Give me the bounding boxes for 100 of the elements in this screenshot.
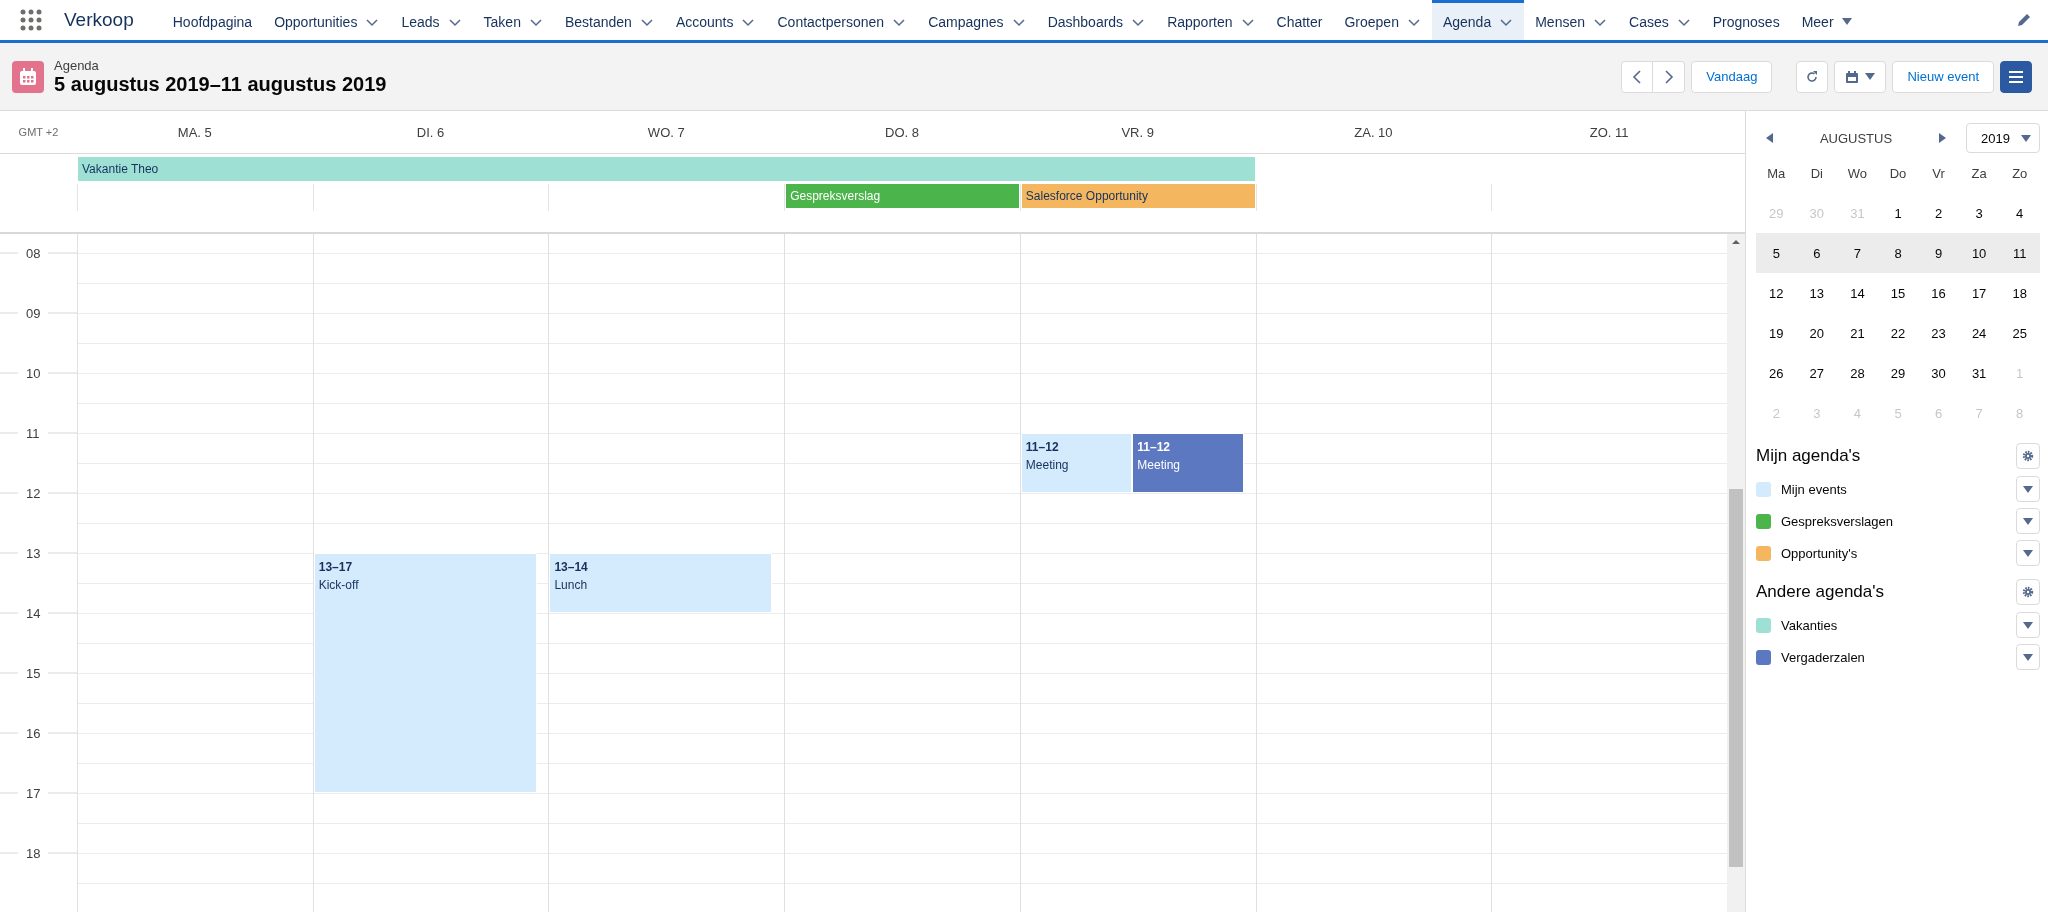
date-cell[interactable]: 27	[1796, 365, 1838, 381]
day-header: DO. 8	[884, 124, 920, 140]
nav-tab[interactable]: Campagnes	[917, 0, 1037, 40]
date-cell[interactable]: 25	[1999, 325, 2040, 341]
date-cell[interactable]: 18	[1999, 285, 2040, 301]
day-header: DI. 6	[415, 124, 446, 140]
timezone-label: GMT +2	[17, 126, 60, 138]
event-time: 13–14	[554, 560, 589, 574]
nav-tab[interactable]: Rapporten	[1156, 0, 1266, 40]
calendar-view-button[interactable]	[1834, 60, 1887, 93]
calendar-group-title: Mijn agenda's	[1756, 446, 1861, 466]
settings-button[interactable]	[2016, 443, 2040, 469]
dropdown-button[interactable]	[2016, 644, 2040, 670]
caret-down-icon	[2023, 653, 2033, 661]
date-cell[interactable]: 17	[1958, 285, 2000, 301]
date-cell[interactable]: 15	[1877, 285, 1919, 301]
date-range-title: 5 augustus 2019–11 augustus 2019	[54, 72, 387, 96]
date-cell[interactable]: 11	[1999, 245, 2040, 261]
calendar-name: Mijn events	[1781, 481, 1848, 497]
calendar-group-title: Andere agenda's	[1756, 582, 1884, 602]
date-cell[interactable]: 5	[1756, 245, 1797, 261]
date-cell[interactable]: 24	[1958, 325, 2000, 341]
nav-tab[interactable]: Taken	[472, 0, 554, 40]
date-cell[interactable]: 4	[1999, 205, 2040, 221]
hour-label: 11	[26, 425, 40, 441]
app-name: Verkoop	[64, 9, 134, 31]
date-cell[interactable]: 21	[1837, 325, 1878, 341]
nav-tab[interactable]: Bestanden	[553, 0, 665, 40]
year-select[interactable]: 2019	[1966, 123, 2040, 153]
gear-icon	[2022, 450, 2034, 462]
date-cell[interactable]: 22	[1877, 325, 1919, 341]
date-cell[interactable]: 29	[1877, 365, 1919, 381]
event-block[interactable]: 11–12 Meeting	[1132, 433, 1244, 493]
date-cell[interactable]: 13	[1796, 285, 1838, 301]
calendar-app-icon	[12, 60, 44, 93]
all-day-event[interactable]: Salesforce Opportunity	[1021, 184, 1255, 208]
nav-tab[interactable]: Hoofdpagina	[161, 0, 264, 40]
nav-tab[interactable]: Dashboards	[1036, 0, 1157, 40]
hour-label: 10	[26, 365, 41, 381]
event-title: Meeting	[1025, 458, 1070, 472]
day-header: MA. 5	[176, 124, 213, 140]
weekday-label: Zo	[2011, 165, 2029, 181]
date-cell[interactable]: 9	[1918, 245, 1959, 261]
hour-label: 15	[26, 665, 41, 681]
settings-button[interactable]	[2016, 579, 2040, 605]
date-cell[interactable]: 6	[1796, 245, 1838, 261]
date-cell[interactable]: 1	[1877, 205, 1919, 221]
object-label: Agenda	[54, 57, 100, 73]
date-cell[interactable]: 2	[1918, 205, 1959, 221]
event-block[interactable]: 13–14 Lunch	[549, 553, 773, 613]
dropdown-button[interactable]	[2016, 612, 2040, 638]
nav-tab[interactable]: Chatter	[1265, 0, 1334, 40]
nav-tab[interactable]: Mensen	[1524, 0, 1618, 40]
nav-tab[interactable]: Cases	[1618, 0, 1702, 40]
caret-down-icon	[2023, 517, 2033, 525]
scroll-up-icon[interactable]	[1732, 238, 1740, 246]
event-block[interactable]: 13–17 Kick-off	[313, 553, 537, 793]
weekday-label: Di	[1809, 165, 1824, 181]
date-cell[interactable]: 19	[1756, 325, 1797, 341]
nav-tab[interactable]: Groepen	[1333, 0, 1432, 40]
dropdown-button[interactable]	[2016, 540, 2040, 566]
date-cell[interactable]: 20	[1796, 325, 1838, 341]
date-cell[interactable]: 3	[1958, 205, 2000, 221]
nav-tab[interactable]: Contactpersonen	[766, 0, 918, 40]
nav-tab[interactable]: Opportunities	[263, 0, 391, 40]
refresh-button[interactable]	[1796, 60, 1829, 93]
date-cell[interactable]: 7	[1837, 245, 1878, 261]
nav-tab[interactable]: Accounts	[664, 0, 767, 40]
date-cell[interactable]: 8	[1877, 245, 1919, 261]
nav-tab[interactable]: Prognoses	[1701, 0, 1791, 40]
app-launcher-icon[interactable]	[20, 9, 42, 31]
date-cell[interactable]: 12	[1756, 285, 1797, 301]
triangle-left-icon	[1766, 133, 1773, 143]
all-day-event[interactable]: Vakantie Theo	[78, 157, 1255, 181]
event-time: 13–17	[318, 560, 354, 574]
menu-button[interactable]	[2000, 60, 2032, 93]
date-cell[interactable]: 31	[1958, 365, 2000, 381]
new-event-button[interactable]: Nieuw event	[1892, 60, 1994, 93]
event-title: Meeting	[1137, 458, 1182, 472]
date-cell[interactable]: 30	[1918, 365, 1959, 381]
date-cell[interactable]: 26	[1756, 365, 1797, 381]
date-cell[interactable]: 23	[1918, 325, 1959, 341]
nav-tab[interactable]: Leads	[390, 0, 473, 40]
caret-down-icon	[1865, 73, 1876, 80]
date-cell[interactable]: 10	[1958, 245, 2000, 261]
date-cell[interactable]: 28	[1837, 365, 1878, 381]
dropdown-button[interactable]	[2016, 508, 2040, 534]
scrollbar[interactable]	[1727, 234, 1745, 912]
pencil-icon[interactable]	[2016, 12, 2032, 28]
date-cell[interactable]: 14	[1837, 285, 1878, 301]
hour-label: 13	[26, 545, 41, 561]
hour-label: 14	[26, 605, 41, 621]
hour-label: 12	[26, 485, 41, 501]
weekday-label: Vr	[1931, 165, 1946, 181]
more-menu[interactable]: Meer	[1790, 0, 1863, 40]
event-block[interactable]: 11–12 Meeting	[1020, 433, 1133, 493]
dropdown-button[interactable]	[2016, 476, 2040, 502]
nav-tab[interactable]: Agenda	[1431, 0, 1525, 40]
date-cell[interactable]: 16	[1918, 285, 1959, 301]
today-button[interactable]: Vandaag	[1691, 60, 1773, 93]
